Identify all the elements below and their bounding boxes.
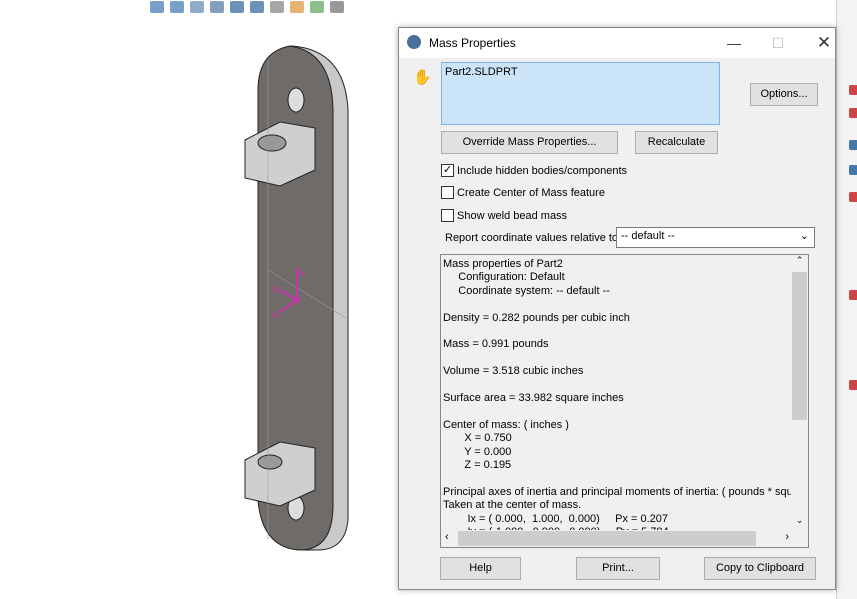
view-orientation-icon[interactable] <box>230 1 244 13</box>
task-icon[interactable] <box>849 85 857 95</box>
task-pane-strip <box>836 0 857 599</box>
help-button[interactable]: Help <box>440 557 521 580</box>
close-button[interactable]: ✕ <box>809 32 839 54</box>
coordinate-system-select[interactable]: -- default -- ⌄ <box>616 227 815 248</box>
horizontal-scrollbar[interactable]: ‹ › <box>441 530 793 547</box>
title-bar[interactable]: Mass Properties — ☐ ✕ <box>399 28 835 58</box>
edit-appearance-icon[interactable] <box>290 1 304 13</box>
zoom-area-icon[interactable] <box>170 1 184 13</box>
recalculate-button[interactable]: Recalculate <box>635 131 718 154</box>
task-icon[interactable] <box>849 165 857 175</box>
svg-text:Iy: Iy <box>272 284 280 294</box>
scroll-thumb[interactable] <box>458 531 756 546</box>
scroll-down-icon[interactable]: ⌄ <box>791 515 808 532</box>
select-value: -- default -- <box>621 230 675 242</box>
view-settings-icon[interactable] <box>330 1 344 13</box>
results-text: Mass properties of Part2 Configuration: … <box>443 258 808 538</box>
checkbox-box[interactable] <box>441 209 454 222</box>
results-output[interactable]: Mass properties of Part2 Configuration: … <box>440 254 809 548</box>
show-weld-bead-checkbox[interactable]: Show weld bead mass <box>441 209 567 222</box>
graphics-area[interactable]: Ix Iy Iz <box>0 14 398 599</box>
include-hidden-checkbox[interactable]: ✓ Include hidden bodies/components <box>441 164 627 177</box>
svg-text:Iz: Iz <box>272 310 280 320</box>
previous-view-icon[interactable] <box>190 1 204 13</box>
copy-to-clipboard-button[interactable]: Copy to Clipboard <box>704 557 816 580</box>
view-toolbar <box>150 0 344 14</box>
scroll-left-icon[interactable]: ‹ <box>445 531 449 543</box>
zoom-to-fit-icon[interactable] <box>150 1 164 13</box>
task-icon[interactable] <box>849 192 857 202</box>
scroll-up-icon[interactable]: ⌃ <box>791 255 808 272</box>
checkbox-label: Create Center of Mass feature <box>457 186 605 199</box>
svg-text:Ix: Ix <box>298 268 306 278</box>
create-center-of-mass-checkbox[interactable]: Create Center of Mass feature <box>441 186 605 199</box>
task-icon[interactable] <box>849 108 857 118</box>
maximize-button[interactable]: ☐ <box>763 32 793 54</box>
override-mass-properties-button[interactable]: Override Mass Properties... <box>441 131 618 154</box>
vertical-scrollbar[interactable]: ⌃ ⌄ <box>791 255 808 532</box>
minimize-button[interactable]: — <box>719 32 749 54</box>
selection-list[interactable]: Part2.SLDPRT <box>441 62 720 125</box>
task-icon[interactable] <box>849 380 857 390</box>
task-icon[interactable] <box>849 140 857 150</box>
apply-scene-icon[interactable] <box>310 1 324 13</box>
selection-hand-icon: ✋ <box>413 69 432 86</box>
dialog-title: Mass Properties <box>429 36 516 50</box>
options-button[interactable]: Options... <box>750 83 818 106</box>
hide-show-icon[interactable] <box>270 1 284 13</box>
checkbox-label: Include hidden bodies/components <box>457 164 628 177</box>
task-icon[interactable] <box>849 290 857 300</box>
scroll-thumb[interactable] <box>792 272 807 420</box>
checkbox-box[interactable] <box>441 186 454 199</box>
mass-properties-icon <box>407 35 421 49</box>
checkbox-label: Show weld bead mass <box>457 209 568 222</box>
selected-item[interactable]: Part2.SLDPRT <box>445 66 518 78</box>
print-button[interactable]: Print... <box>576 557 660 580</box>
checkbox-box[interactable]: ✓ <box>441 164 454 177</box>
coordinate-label: Report coordinate values relative to: <box>445 232 622 244</box>
section-view-icon[interactable] <box>210 1 224 13</box>
scroll-right-icon[interactable]: › <box>785 531 789 543</box>
mass-properties-dialog: Mass Properties — ☐ ✕ ✋ Part2.SLDPRT Opt… <box>398 27 836 590</box>
chevron-down-icon: ⌄ <box>799 230 809 242</box>
display-style-icon[interactable] <box>250 1 264 13</box>
